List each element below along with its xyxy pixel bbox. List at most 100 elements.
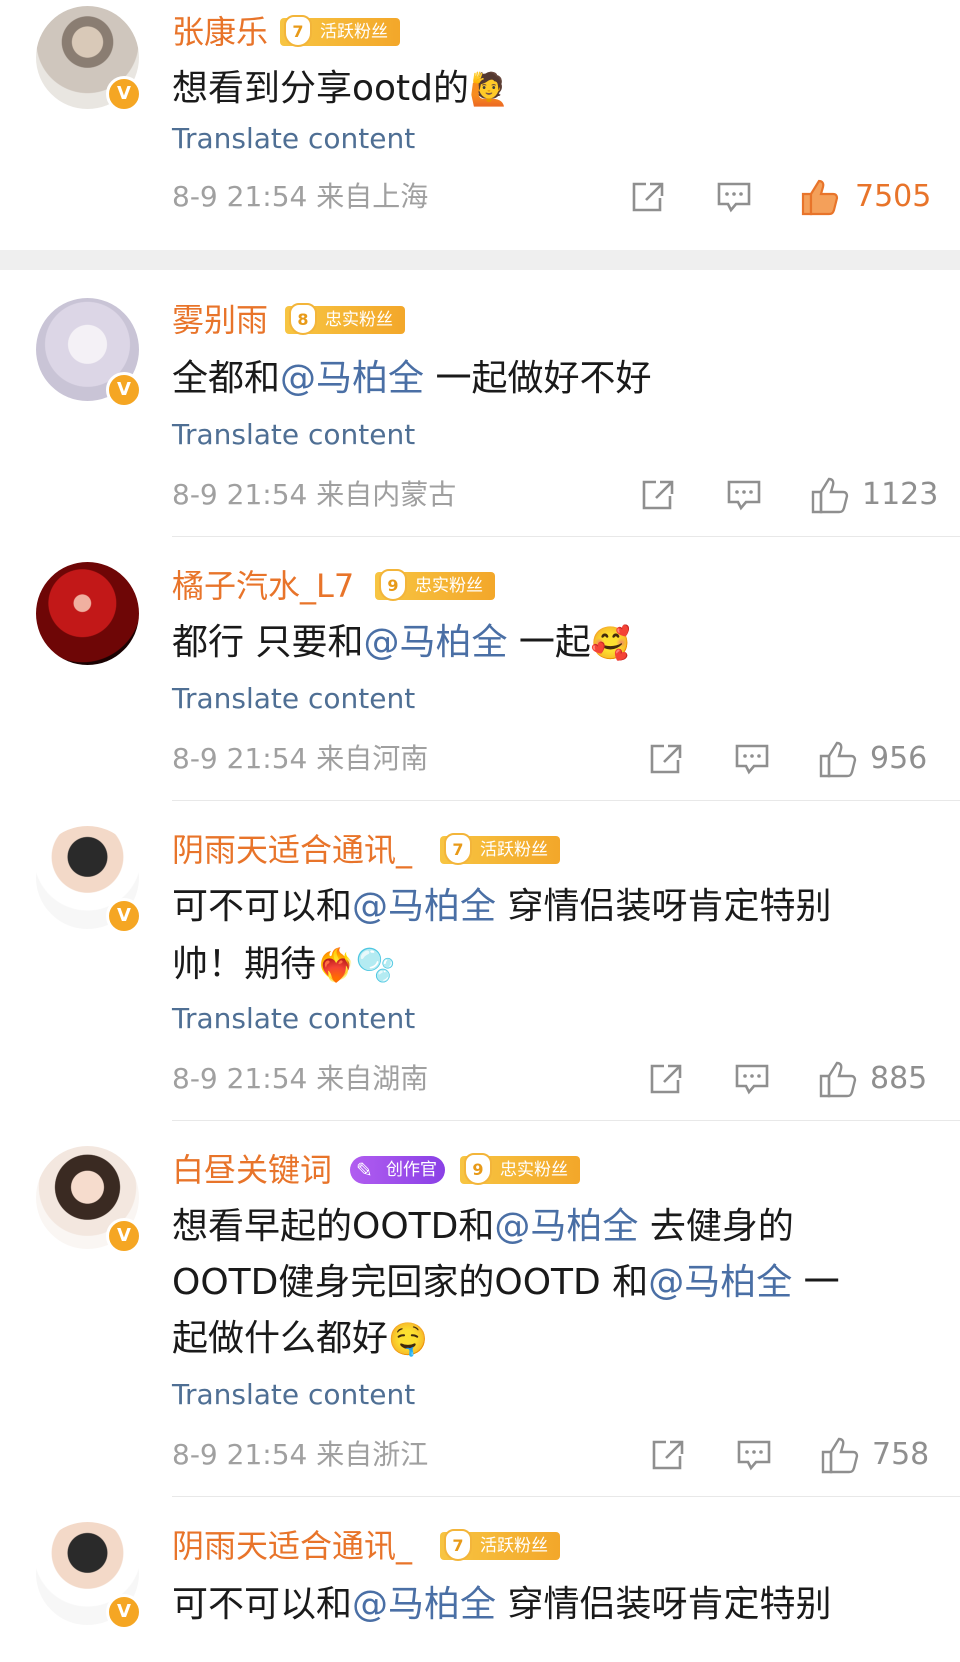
mention-link[interactable]: @马柏全 [363, 622, 507, 663]
fan-level-icon: 9 [379, 569, 407, 601]
fan-badge[interactable]: 9 忠实粉丝 [460, 1153, 580, 1185]
username[interactable]: 橘子汽水_L7 [172, 566, 354, 606]
fan-badge[interactable]: 9 忠实粉丝 [375, 569, 495, 601]
comment-text-part: 都行 只要和 [172, 622, 364, 663]
username[interactable]: 张康乐 [172, 12, 268, 52]
like-count: 885 [870, 1061, 928, 1096]
comment-icon[interactable] [726, 478, 762, 512]
comment-divider [172, 800, 960, 801]
timestamp: 8-9 21:54 [172, 1438, 308, 1471]
comment-text-part: 可不可以和 [172, 886, 353, 927]
translate-link[interactable]: Translate content [172, 122, 415, 156]
share-icon[interactable] [640, 478, 676, 512]
comment-text-line: 帅！期待❤️‍🔥🫧 [172, 938, 912, 992]
comment-text-part: 全都和 [172, 358, 281, 399]
like-icon[interactable] [800, 178, 840, 216]
fan-badge-label: 活跃粉丝 [480, 1536, 548, 1556]
comment-text-line: OOTD健身完回家的OOTD 和@马柏全 一 [172, 1256, 912, 1310]
comment-divider [172, 1496, 960, 1497]
comment-meta: 8-9 21:54 来自内蒙古 [172, 478, 456, 512]
comment-text-line: 想看早起的OOTD和@马柏全 去健身的 [172, 1200, 912, 1254]
verified-icon: V [106, 1218, 142, 1254]
creator-badge[interactable]: ✎ 创作官 [350, 1156, 445, 1184]
comment-text-part: 帅！期待 [172, 944, 317, 985]
verified-icon: V [106, 76, 142, 112]
comment-text-line: 起做什么都好🤤 [172, 1312, 912, 1366]
fan-level-icon: 7 [444, 833, 472, 865]
share-icon[interactable] [648, 742, 684, 776]
comment-text-part: 穿情侣装呀肯定特别 [496, 1584, 832, 1625]
like-icon[interactable] [818, 1060, 858, 1098]
comment-text: 全都和@马柏全 一起做好不好 [172, 352, 912, 406]
comment-text-part: OOTD健身完回家的OOTD 和 [172, 1262, 649, 1303]
comment-icon[interactable] [734, 1062, 770, 1096]
fan-level-icon: 8 [289, 303, 317, 335]
translate-link[interactable]: Translate content [172, 682, 415, 716]
bubbles-emoji-icon: 🫧 [355, 946, 396, 984]
location: 来自浙江 [316, 1438, 429, 1471]
section-divider [0, 250, 960, 270]
verified-icon: V [106, 372, 142, 408]
fan-level-icon: 7 [284, 15, 312, 47]
username[interactable]: 白昼关键词 [172, 1150, 332, 1190]
comment-meta: 8-9 21:54 来自上海 [172, 180, 428, 214]
share-icon[interactable] [630, 180, 666, 214]
comment-text-part: 一 [792, 1262, 840, 1303]
like-icon[interactable] [810, 476, 850, 514]
translate-link[interactable]: Translate content [172, 1378, 415, 1412]
comment-text-part: 想看早起的OOTD和 [172, 1206, 495, 1247]
username[interactable]: 阴雨天适合通讯_ [172, 1526, 412, 1566]
raising-hand-emoji-icon: 🙋 [469, 70, 509, 108]
comment-text: 想看到分享ootd的🙋 [172, 62, 912, 116]
mention-link[interactable]: @马柏全 [648, 1262, 792, 1303]
comment-text-line: 可不可以和@马柏全 穿情侣装呀肯定特别 [172, 880, 912, 934]
fan-badge-label: 活跃粉丝 [320, 22, 388, 42]
like-count: 7505 [855, 179, 932, 214]
comment-meta: 8-9 21:54 来自浙江 [172, 1438, 428, 1472]
timestamp: 8-9 21:54 [172, 1062, 308, 1095]
location: 来自内蒙古 [316, 478, 457, 511]
avatar[interactable] [36, 562, 139, 665]
fan-badge-label: 活跃粉丝 [480, 840, 548, 860]
translate-link[interactable]: Translate content [172, 1002, 415, 1036]
comment-meta: 8-9 21:54 来自河南 [172, 742, 428, 776]
timestamp: 8-9 21:54 [172, 478, 308, 511]
creator-icon: ✎ [356, 1158, 373, 1182]
verified-icon: V [106, 1594, 142, 1630]
mention-link[interactable]: @马柏全 [280, 358, 424, 399]
like-icon[interactable] [820, 1436, 860, 1474]
fan-badge[interactable]: 7 活跃粉丝 [440, 1529, 560, 1561]
fan-badge-label: 忠实粉丝 [415, 576, 483, 596]
hugging-face-emoji-icon: 🥰 [590, 624, 631, 662]
like-count: 758 [872, 1437, 930, 1472]
share-icon[interactable] [650, 1438, 686, 1472]
fan-badge[interactable]: 7 活跃粉丝 [280, 15, 400, 47]
comment-divider [172, 536, 960, 537]
like-icon[interactable] [818, 740, 858, 778]
comment-icon[interactable] [736, 1438, 772, 1472]
location: 来自湖南 [316, 1062, 429, 1095]
username[interactable]: 雾别雨 [172, 300, 268, 340]
verified-icon: V [106, 898, 142, 934]
location: 来自河南 [316, 742, 429, 775]
mention-link[interactable]: @马柏全 [352, 886, 496, 927]
translate-link[interactable]: Translate content [172, 418, 415, 452]
timestamp: 8-9 21:54 [172, 742, 308, 775]
creator-badge-label: 创作官 [386, 1160, 437, 1180]
username[interactable]: 阴雨天适合通讯_ [172, 830, 412, 870]
fan-badge-label: 忠实粉丝 [500, 1160, 568, 1180]
comment-text-part: 一起做好不好 [424, 358, 652, 399]
mention-link[interactable]: @马柏全 [352, 1584, 496, 1625]
comment-icon[interactable] [734, 742, 770, 776]
share-icon[interactable] [648, 1062, 684, 1096]
fan-level-icon: 9 [464, 1153, 492, 1185]
mention-link[interactable]: @马柏全 [494, 1206, 638, 1247]
comment-text-part: 起做什么都好 [172, 1318, 389, 1359]
comment-icon[interactable] [716, 180, 752, 214]
fan-badge[interactable]: 8 忠实粉丝 [285, 303, 405, 335]
comment-meta: 8-9 21:54 来自湖南 [172, 1062, 428, 1096]
comment-text-part: 可不可以和 [172, 1584, 353, 1625]
fan-badge-label: 忠实粉丝 [325, 310, 393, 330]
fan-badge[interactable]: 7 活跃粉丝 [440, 833, 560, 865]
comment-text-part: 穿情侣装呀肯定特别 [496, 886, 832, 927]
